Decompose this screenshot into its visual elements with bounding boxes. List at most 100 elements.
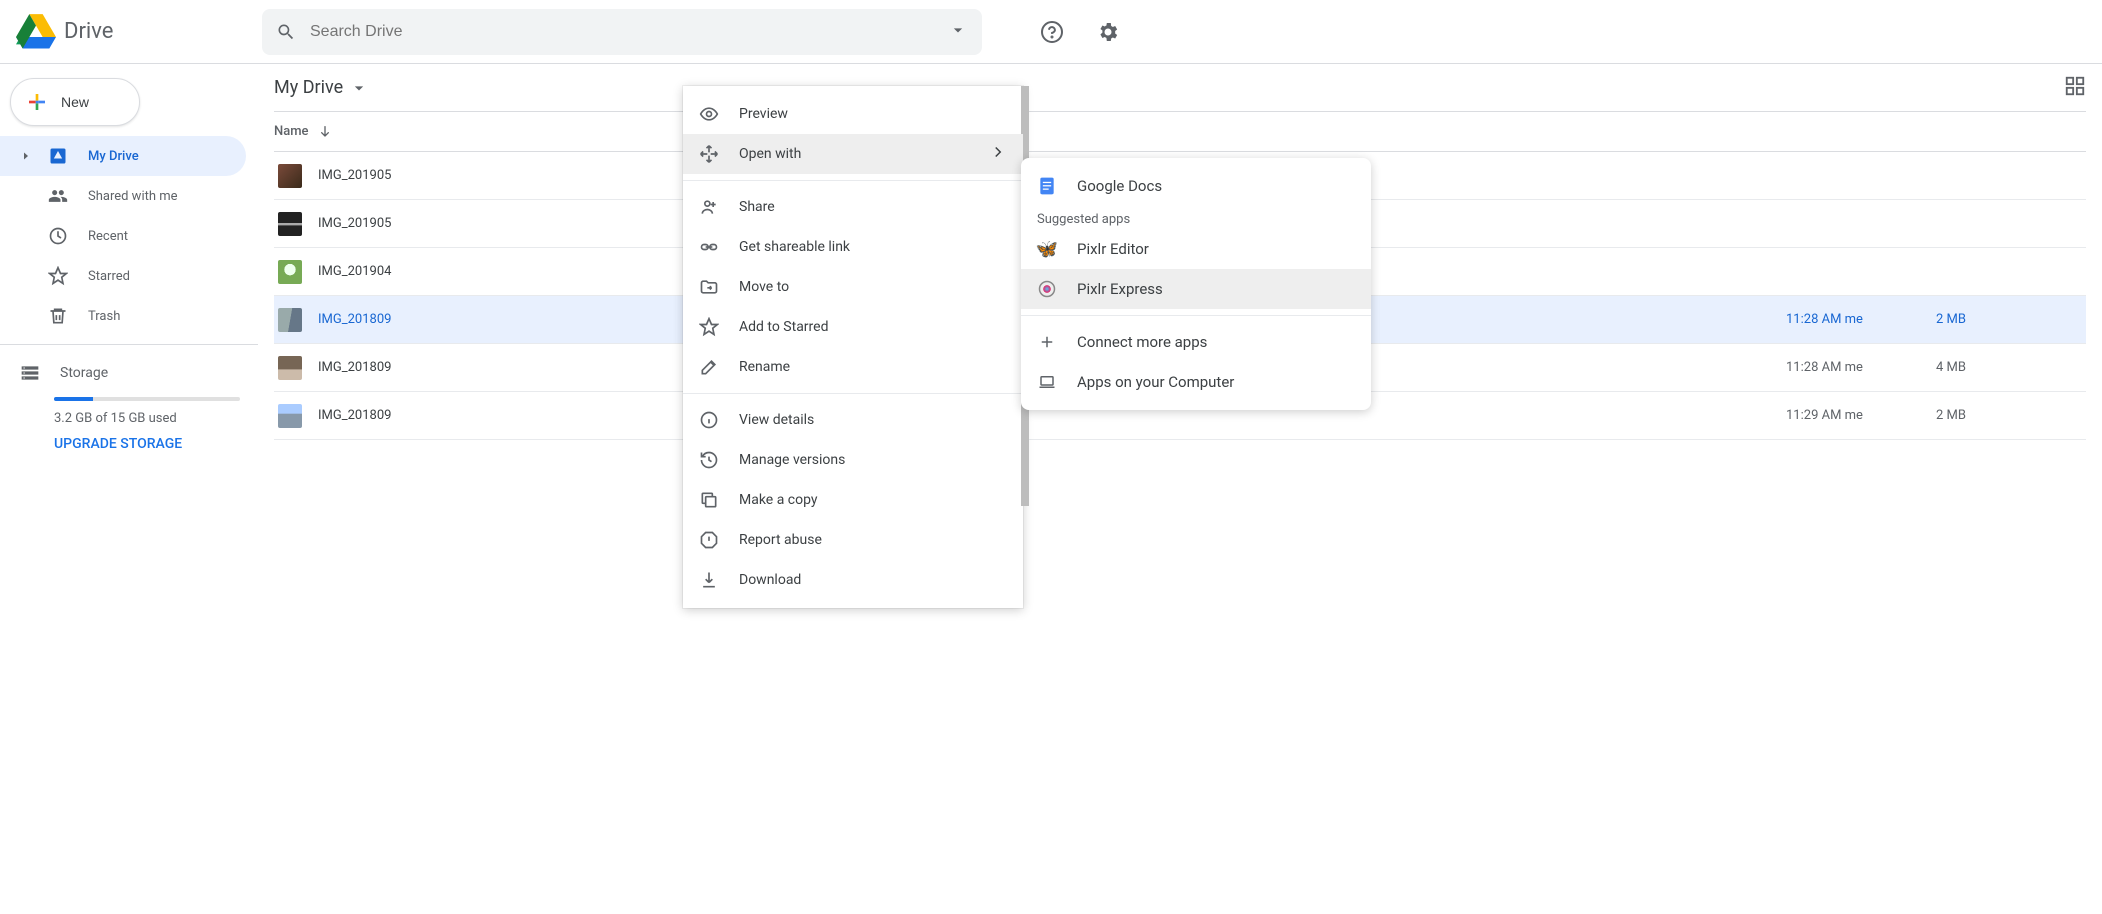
menu-get-link[interactable]: Get shareable link — [683, 227, 1023, 267]
submenu-pixlr-express[interactable]: Pixlr Express — [1021, 269, 1371, 309]
file-size: 4 MB — [1936, 360, 2086, 375]
pixlr-express-icon — [1038, 280, 1056, 298]
col-name-header[interactable]: Name — [274, 124, 1786, 140]
context-menu: Preview Open with Share Get shareable li… — [683, 86, 1023, 608]
nav-list: My Drive Shared with me Recent Starred T — [0, 136, 258, 336]
nav-divider — [0, 344, 258, 345]
plus-icon — [1038, 333, 1056, 351]
people-icon — [48, 186, 68, 206]
butterfly-icon: 🦋 — [1037, 239, 1057, 260]
submenu-section-label: Suggested apps — [1021, 206, 1371, 229]
menu-add-star[interactable]: Add to Starred — [683, 307, 1023, 347]
drive-logo-area[interactable]: Drive — [16, 12, 262, 52]
grid-view-button[interactable] — [2064, 75, 2086, 101]
move-icon — [699, 144, 719, 164]
body: New My Drive Shared with me Recent St — [0, 64, 2102, 914]
nav-label: Trash — [88, 309, 120, 324]
breadcrumb-row: My Drive — [274, 64, 2086, 112]
menu-label: Make a copy — [739, 492, 818, 508]
submenu-google-docs[interactable]: Google Docs — [1021, 166, 1371, 206]
menu-label: Share — [739, 199, 775, 215]
file-thumb — [278, 260, 302, 284]
chevron-down-icon — [349, 78, 369, 98]
person-add-icon — [699, 197, 719, 217]
file-size: 2 MB — [1936, 408, 2086, 423]
submenu-connect-apps[interactable]: Connect more apps — [1021, 322, 1371, 362]
info-icon — [699, 410, 719, 430]
menu-manage-versions[interactable]: Manage versions — [683, 440, 1023, 480]
link-icon — [699, 237, 719, 257]
menu-label: Open with — [739, 146, 801, 162]
nav-starred[interactable]: Starred — [0, 256, 246, 296]
upgrade-storage-link[interactable]: UPGRADE STORAGE — [0, 436, 258, 452]
search-bar[interactable] — [262, 9, 982, 55]
file-thumb — [278, 404, 302, 428]
submenu-pixlr-editor[interactable]: 🦋 Pixlr Editor — [1021, 229, 1371, 269]
plus-icon — [25, 90, 49, 114]
sidebar: New My Drive Shared with me Recent St — [0, 64, 258, 914]
file-name: IMG_201809 — [318, 408, 1786, 423]
laptop-icon — [1038, 373, 1056, 391]
submenu-apps-computer[interactable]: Apps on your Computer — [1021, 362, 1371, 402]
search-icon — [276, 22, 296, 42]
file-modified: 11:29 AM me — [1786, 408, 1936, 423]
nav-storage[interactable]: Storage — [0, 353, 258, 393]
file-modified: 11:28 AM me — [1786, 360, 1936, 375]
menu-download[interactable]: Download — [683, 560, 1023, 600]
nav-label: Shared with me — [88, 189, 178, 204]
menu-divider — [683, 393, 1023, 394]
arrow-down-icon — [317, 124, 333, 140]
file-size: 2 MB — [1936, 312, 2086, 327]
docs-icon — [1037, 176, 1057, 196]
storage-progress — [54, 397, 240, 401]
menu-move-to[interactable]: Move to — [683, 267, 1023, 307]
menu-view-details[interactable]: View details — [683, 400, 1023, 440]
storage-used: 3.2 GB of 15 GB used — [0, 411, 258, 426]
chevron-right-icon — [20, 150, 32, 162]
menu-label: Add to Starred — [739, 319, 828, 335]
download-icon — [699, 570, 719, 590]
file-modified: 11:28 AM me — [1786, 312, 1936, 327]
file-thumb — [278, 308, 302, 332]
eye-icon — [699, 104, 719, 124]
menu-label: Manage versions — [739, 452, 845, 468]
pencil-icon — [699, 357, 719, 377]
new-button[interactable]: New — [10, 78, 140, 126]
help-icon — [1040, 20, 1064, 44]
nav-label: Recent — [88, 229, 128, 244]
menu-rename[interactable]: Rename — [683, 347, 1023, 387]
breadcrumb[interactable]: My Drive — [274, 77, 369, 98]
settings-button[interactable] — [1088, 12, 1128, 52]
menu-label: View details — [739, 412, 814, 428]
clock-icon — [48, 226, 68, 246]
storage-icon — [20, 363, 40, 383]
drive-folder-icon — [48, 146, 68, 166]
menu-open-with[interactable]: Open with — [683, 134, 1023, 174]
menu-report-abuse[interactable]: Report abuse — [683, 520, 1023, 560]
menu-make-copy[interactable]: Make a copy — [683, 480, 1023, 520]
app-name: Drive — [64, 19, 113, 44]
menu-label: Rename — [739, 359, 790, 375]
col-name-label: Name — [274, 124, 309, 139]
chevron-right-icon — [989, 143, 1007, 161]
header: Drive — [0, 0, 2102, 64]
file-thumb — [278, 164, 302, 188]
folder-move-icon — [699, 277, 719, 297]
menu-preview[interactable]: Preview — [683, 94, 1023, 134]
main-content: My Drive Name IMG_201905 IMG_201905 — [258, 64, 2102, 914]
nav-recent[interactable]: Recent — [0, 216, 246, 256]
help-button[interactable] — [1032, 12, 1072, 52]
header-actions — [1032, 12, 1128, 52]
search-input[interactable] — [310, 23, 948, 41]
gear-icon — [1096, 20, 1120, 44]
submenu-label: Pixlr Express — [1077, 280, 1163, 298]
menu-label: Preview — [739, 106, 788, 122]
nav-trash[interactable]: Trash — [0, 296, 246, 336]
nav-my-drive[interactable]: My Drive — [0, 136, 246, 176]
menu-share[interactable]: Share — [683, 187, 1023, 227]
menu-label: Get shareable link — [739, 239, 850, 255]
search-dropdown-icon[interactable] — [948, 20, 968, 44]
nav-shared[interactable]: Shared with me — [0, 176, 246, 216]
menu-label: Report abuse — [739, 532, 822, 548]
copy-icon — [699, 490, 719, 510]
